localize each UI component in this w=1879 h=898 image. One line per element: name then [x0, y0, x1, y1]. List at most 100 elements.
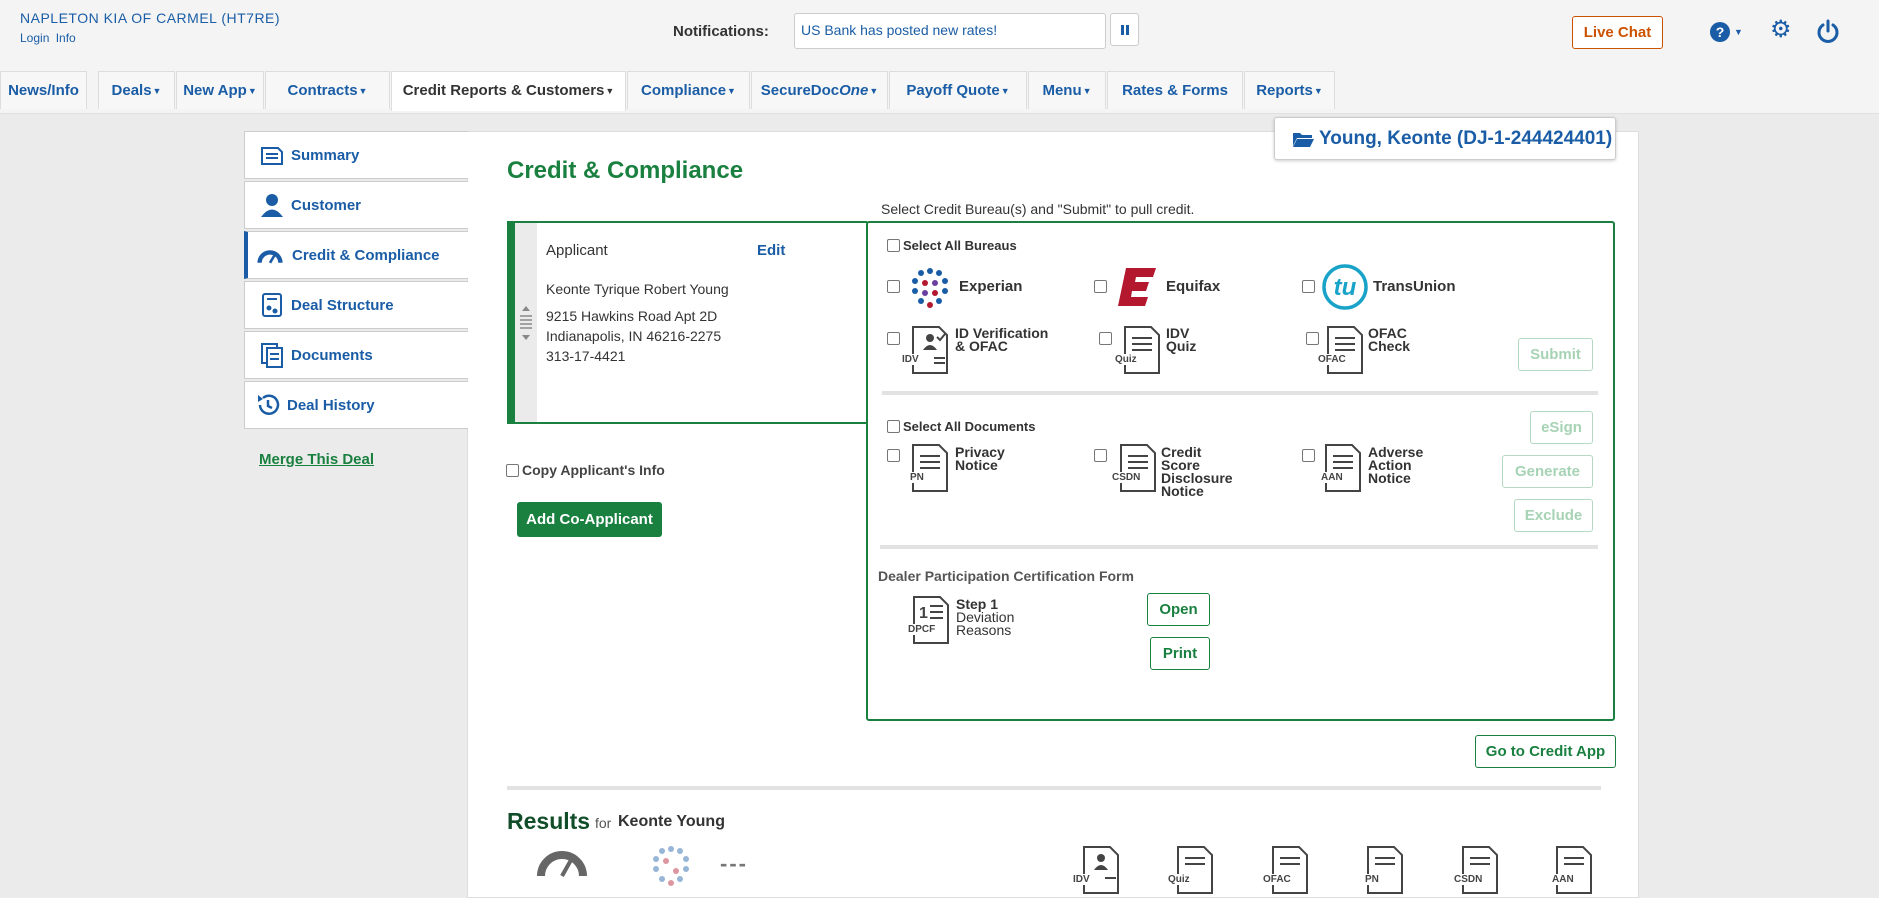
svg-text:1: 1 — [919, 605, 928, 622]
csdn-label: Credit Score Disclosure Notice — [1161, 444, 1233, 499]
idv-ofac-label: ID Verification & OFAC — [955, 325, 1049, 354]
tab-compliance[interactable]: Compliance▼ — [627, 71, 750, 109]
help-caret-icon[interactable]: ▼ — [1734, 27, 1743, 37]
tab-securedoc-one[interactable]: SecureDocOne▼ — [751, 71, 888, 109]
tab-contracts[interactable]: Contracts▼ — [265, 71, 390, 109]
open-dpcf-button[interactable]: Open — [1147, 593, 1210, 626]
pause-notifications-button[interactable] — [1110, 13, 1139, 46]
transunion-logo-icon: tu — [1322, 264, 1368, 310]
sidebar-item-customer[interactable]: Customer — [244, 181, 468, 229]
sidebar-item-summary[interactable]: Summary — [244, 131, 468, 179]
chevron-down-icon: ▼ — [605, 86, 615, 97]
sidebar-item-credit-compliance[interactable]: Credit & Compliance — [244, 231, 468, 279]
generate-button[interactable]: Generate — [1502, 455, 1593, 488]
experian-result-icon — [653, 846, 689, 886]
result-pn-icon[interactable]: PN — [1363, 846, 1403, 894]
applicant-address-line1: 9215 Hawkins Road Apt 2D — [546, 308, 718, 324]
select-all-bureaus[interactable]: Select All Bureaus — [887, 238, 1017, 253]
history-icon — [258, 394, 280, 415]
summary-icon — [261, 147, 283, 165]
results-for-label: for — [595, 815, 612, 831]
tab-rates-forms[interactable]: Rates & Forms — [1107, 71, 1243, 109]
quiz-doc-icon: Quiz — [1113, 326, 1160, 374]
result-quiz-icon[interactable]: Quiz — [1166, 846, 1213, 894]
go-to-credit-app-button[interactable]: Go to Credit App — [1475, 735, 1616, 768]
customer-icon — [261, 194, 283, 217]
aan-doc-icon: AAN — [1319, 444, 1361, 492]
checkbox[interactable] — [887, 420, 900, 433]
tab-reports[interactable]: Reports▼ — [1244, 71, 1335, 109]
reorder-icon[interactable] — [518, 303, 534, 343]
help-icon[interactable]: ? — [1710, 22, 1730, 42]
notifications-label: Notifications: — [673, 23, 769, 40]
esign-button[interactable]: eSign — [1530, 411, 1593, 444]
tab-new-app[interactable]: New App▼ — [176, 71, 264, 109]
privacy-notice-checkbox[interactable] — [887, 449, 900, 462]
experian-checkbox[interactable] — [887, 280, 900, 293]
submit-button[interactable]: Submit — [1518, 338, 1593, 371]
transunion-checkbox[interactable] — [1302, 280, 1315, 293]
applicant-label: Applicant — [546, 242, 608, 259]
exclude-button[interactable]: Exclude — [1514, 499, 1593, 532]
applicant-name: Keonte Tyrique Robert Young — [546, 281, 729, 297]
chevron-down-icon: ▼ — [358, 86, 368, 97]
deal-badge[interactable]: Young, Keonte (DJ-1-244424401) — [1274, 117, 1616, 160]
divider — [882, 391, 1598, 395]
divider — [507, 786, 1601, 790]
experian-logo-icon — [912, 268, 948, 308]
checkbox[interactable] — [887, 239, 900, 252]
result-aan-icon[interactable]: AAN — [1550, 846, 1592, 894]
ofac-checkbox[interactable] — [1306, 332, 1319, 345]
print-dpcf-button[interactable]: Print — [1150, 637, 1210, 670]
pn-doc-icon: PN — [908, 444, 948, 492]
sidebar-item-documents[interactable]: Documents — [244, 331, 468, 379]
chevron-down-icon: ▼ — [247, 86, 257, 97]
score-placeholder: --- — [720, 851, 748, 876]
sidebar-item-deal-history[interactable]: Deal History — [244, 381, 468, 429]
equifax-logo-icon — [1118, 268, 1156, 306]
experian-label: Experian — [959, 278, 1023, 295]
aan-label: Adverse Action Notice — [1368, 444, 1424, 486]
ofac-doc-icon: OFAC — [1316, 326, 1363, 374]
main-nav: News/Info Deals▼ New App▼ Contracts▼ Cre… — [0, 71, 1879, 111]
results-customer-name: Keonte Young — [618, 813, 725, 830]
tab-menu[interactable]: Menu▼ — [1028, 71, 1106, 109]
dealer-name: NAPLETON KIA OF CARMEL (HT7RE) — [20, 10, 281, 26]
transunion-label: TransUnion — [1373, 278, 1456, 295]
chevron-down-icon: ▼ — [1082, 86, 1092, 97]
divider — [880, 545, 1598, 549]
csdn-checkbox[interactable] — [1094, 449, 1107, 462]
idv-quiz-label: IDV Quiz — [1166, 325, 1197, 354]
info-link[interactable]: Info — [56, 31, 76, 45]
notification-ticker[interactable]: US Bank has posted new rates! — [794, 13, 1106, 49]
applicant-ssn: 313-17-4421 — [546, 348, 626, 364]
merge-deal-link[interactable]: Merge This Deal — [259, 451, 374, 468]
sidebar-item-deal-structure[interactable]: Deal Structure — [244, 281, 468, 329]
idv-quiz-checkbox[interactable] — [1099, 332, 1112, 345]
tab-news-info[interactable]: News/Info — [0, 71, 87, 109]
result-ofac-icon[interactable]: OFAC — [1261, 846, 1308, 894]
chevron-down-icon: ▼ — [1313, 86, 1323, 97]
idv-ofac-checkbox[interactable] — [887, 332, 900, 345]
login-link[interactable]: Login — [20, 31, 49, 45]
add-coapplicant-button[interactable]: Add Co-Applicant — [517, 502, 662, 537]
tab-credit-reports-customers[interactable]: Credit Reports & Customers▼ — [391, 71, 626, 111]
csdn-doc-icon: CSDN — [1110, 444, 1156, 492]
privacy-notice-label: Privacy Notice — [955, 444, 1005, 473]
result-idv-icon[interactable]: IDV — [1071, 846, 1119, 894]
equifax-checkbox[interactable] — [1094, 280, 1107, 293]
score-gauge-icon — [537, 851, 587, 877]
copy-applicant-checkbox[interactable]: Copy Applicant's Info — [506, 462, 665, 478]
select-all-documents[interactable]: Select All Documents — [887, 419, 1035, 434]
checkbox[interactable] — [506, 464, 519, 477]
aan-checkbox[interactable] — [1302, 449, 1315, 462]
live-chat-button[interactable]: Live Chat — [1572, 16, 1663, 49]
edit-applicant-link[interactable]: Edit — [757, 242, 785, 259]
tab-deals[interactable]: Deals▼ — [98, 71, 175, 109]
tab-payoff-quote[interactable]: Payoff Quote▼ — [889, 71, 1027, 109]
documents-icon — [261, 343, 283, 368]
power-icon[interactable] — [1815, 18, 1841, 44]
gear-icon[interactable]: ⚙ — [1770, 18, 1792, 42]
chevron-down-icon: ▼ — [727, 86, 736, 97]
result-csdn-icon[interactable]: CSDN — [1452, 846, 1498, 894]
